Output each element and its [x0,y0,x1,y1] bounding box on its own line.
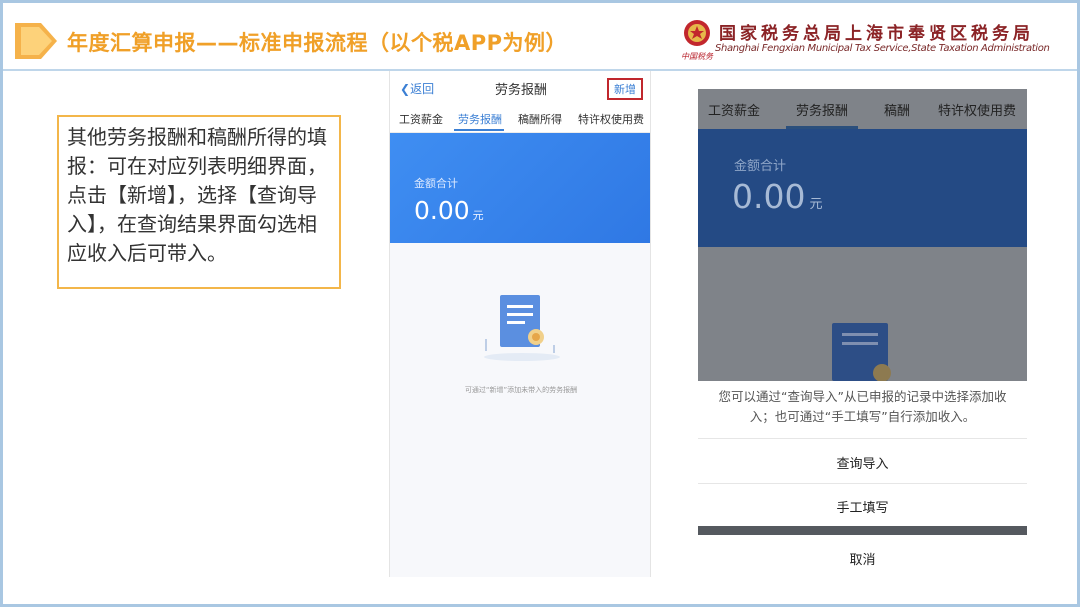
total-label: 金额合计 [734,159,787,174]
total-value: 0.00 [732,177,806,216]
total-amount: 0.00 元 [732,177,823,216]
cancel-button[interactable]: 取消 [698,549,1027,568]
page-title: 年度汇算申报——标准申报流程（以个税APP为例） [67,31,568,55]
divider [698,483,1027,484]
instruction-text: 其他劳务报酬和稿酬所得的填报：可在对应列表明细界面，点击【新增】，选择【查询导入… [67,125,327,265]
divider [698,438,1027,439]
emblem-signature: 中国税务 [681,52,713,61]
tax-emblem-icon [684,20,710,46]
total-label: 金额合计 [414,177,458,190]
chevron-arrow-icon [15,23,57,59]
total-banner-dimmed: 金额合计 0.00 元 [698,129,1027,247]
tab-royalties[interactable]: 特许权使用费 [938,100,1016,119]
sheet-separator [698,526,1027,535]
instruction-note: 其他劳务报酬和稿酬所得的填报：可在对应列表明细界面，点击【新增】，选择【查询导入… [57,115,341,289]
dimmed-overlay [698,247,1027,381]
empty-hint: 可通过“新增”添加未带入的劳务报酬 [464,386,578,394]
total-value: 0.00 [414,196,470,225]
currency-unit: 元 [809,197,823,212]
tab-author-remuneration[interactable]: 稿酬 [884,100,910,119]
org-logo-block: 国家税务总局上海市奉贤区税务局 Shanghai Fengxian Munici… [679,17,1069,61]
org-name-cn: 国家税务总局上海市奉贤区税务局 [719,24,1034,44]
empty-state: 可通过“新增”添加未带入的劳务报酬 [390,243,650,577]
income-tabs-dimmed: 工资薪金 劳务报酬 稿酬 特许权使用费 [698,89,1027,129]
empty-document-icon [484,295,560,361]
manual-entry-button[interactable]: 手工填写 [698,497,1027,516]
income-tabs: 工资薪金 劳务报酬 稿酬所得 特许权使用费 [390,105,650,133]
nav-bar: ❮返回 劳务报酬 新增 [390,71,650,105]
tab-royalties[interactable]: 特许权使用费 [578,111,644,127]
tab-labor-remuneration[interactable]: 劳务报酬 [796,100,848,119]
tab-salary[interactable]: 工资薪金 [708,100,760,119]
phone-screen-income-list: ❮返回 劳务报酬 新增 工资薪金 劳务报酬 稿酬所得 特许权使用费 金额合计 0… [389,71,651,577]
add-button[interactable]: 新增 [607,78,643,100]
empty-document-icon [832,323,891,381]
query-import-button[interactable]: 查询导入 [698,453,1027,472]
tab-labor-remuneration[interactable]: 劳务报酬 [458,111,502,127]
tab-salary[interactable]: 工资薪金 [399,111,443,127]
active-tab-indicator [454,129,504,131]
currency-unit: 元 [472,209,484,222]
org-name-en: Shanghai Fengxian Municipal Tax Service,… [715,43,1050,54]
tab-author-remuneration[interactable]: 稿酬所得 [518,111,562,127]
slide: 年度汇算申报——标准申报流程（以个税APP为例） 国家税务总局上海市奉贤区税务局… [0,0,1080,607]
phone-screen-add-sheet: 工资薪金 劳务报酬 稿酬 特许权使用费 金额合计 0.00 元 您可以通过“查询导… [698,89,1027,578]
total-amount: 0.00 元 [414,196,484,225]
total-banner: 金额合计 0.00 元 [390,133,650,243]
action-sheet: 您可以通过“查询导入”从已申报的记录中选择添加收入；也可通过“手工填写”自行添加… [698,381,1027,578]
action-sheet-message: 您可以通过“查询导入”从已申报的记录中选择添加收入；也可通过“手工填写”自行添加… [718,389,1007,424]
